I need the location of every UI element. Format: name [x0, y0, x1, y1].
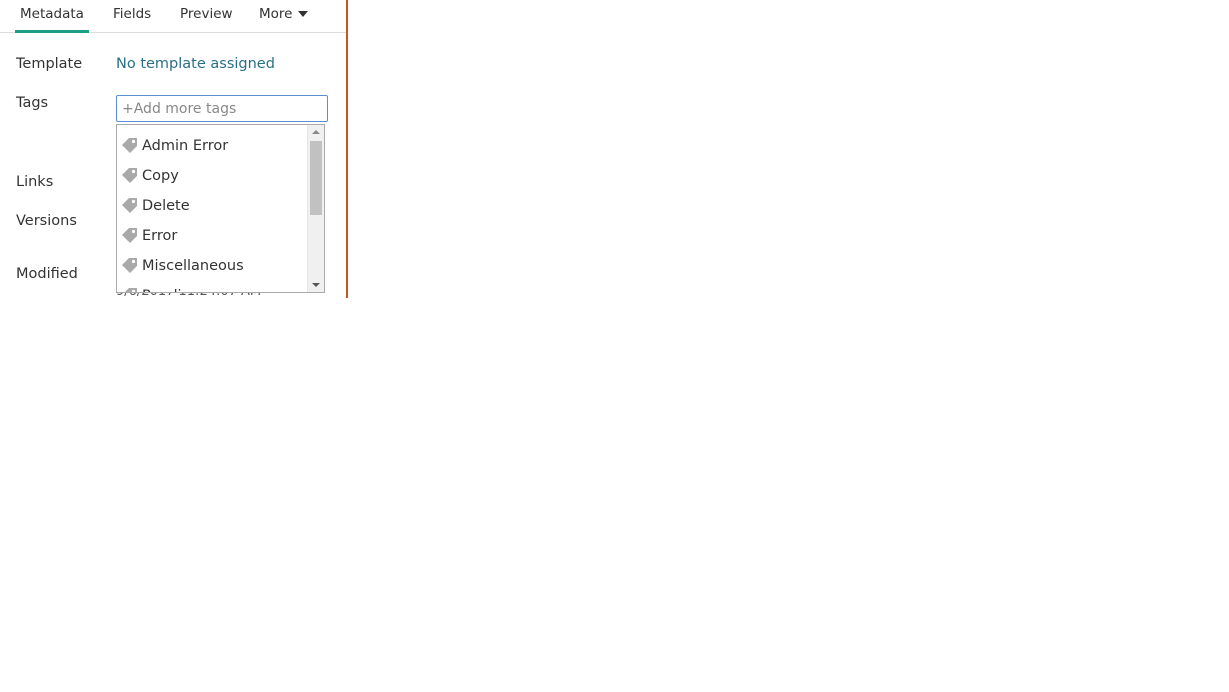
- tag-option-label: Delete: [142, 198, 190, 214]
- tag-option[interactable]: Error: [117, 221, 307, 251]
- tab-preview[interactable]: Preview: [180, 0, 233, 30]
- tag-option[interactable]: Miscellaneous: [117, 251, 307, 281]
- scroll-up-arrow-icon[interactable]: [308, 125, 324, 139]
- tags-input[interactable]: [116, 95, 328, 122]
- tab-fields[interactable]: Fields: [113, 0, 151, 30]
- tab-more-label: More: [259, 6, 293, 22]
- dropdown-scrollbar[interactable]: [307, 125, 324, 292]
- tag-icon: [121, 134, 139, 153]
- tag-icon: [121, 164, 139, 183]
- tags-label: Tags: [16, 95, 49, 111]
- caret-down-icon: [298, 11, 309, 17]
- scroll-down-arrow-icon[interactable]: [308, 278, 324, 292]
- tag-option-label: Copy: [142, 168, 179, 184]
- tag-option[interactable]: Copy: [117, 161, 307, 191]
- tags-dropdown: Admin Error Copy Delete Error Miscellaneous P…: [116, 124, 325, 293]
- tag-icon: [121, 254, 139, 273]
- versions-label: Versions: [16, 213, 77, 229]
- tag-icon: [121, 224, 139, 243]
- modified-label: Modified: [16, 266, 78, 282]
- template-link[interactable]: No template assigned: [116, 56, 275, 72]
- tag-option-label: Pending: [142, 288, 200, 292]
- tag-option[interactable]: Admin Error: [117, 131, 307, 161]
- tab-more[interactable]: More: [259, 0, 309, 30]
- metadata-panel: Metadata Fields Preview More Template No…: [0, 0, 348, 298]
- tag-option-label: Miscellaneous: [142, 258, 244, 274]
- tag-option-label: Admin Error: [142, 138, 229, 154]
- template-label: Template: [16, 56, 83, 72]
- tag-icon: [121, 194, 139, 213]
- tab-metadata[interactable]: Metadata: [15, 0, 89, 33]
- tag-option[interactable]: Delete: [117, 191, 307, 221]
- tag-icon: [121, 284, 139, 292]
- tag-option-label: Error: [142, 228, 178, 244]
- scrollbar-thumb[interactable]: [310, 141, 322, 215]
- links-label: Links: [16, 174, 54, 190]
- tab-bar: Metadata Fields Preview More: [0, 0, 346, 33]
- tag-option[interactable]: Pending: [117, 281, 307, 292]
- tags-dropdown-list: Admin Error Copy Delete Error Miscellaneous P…: [117, 131, 307, 292]
